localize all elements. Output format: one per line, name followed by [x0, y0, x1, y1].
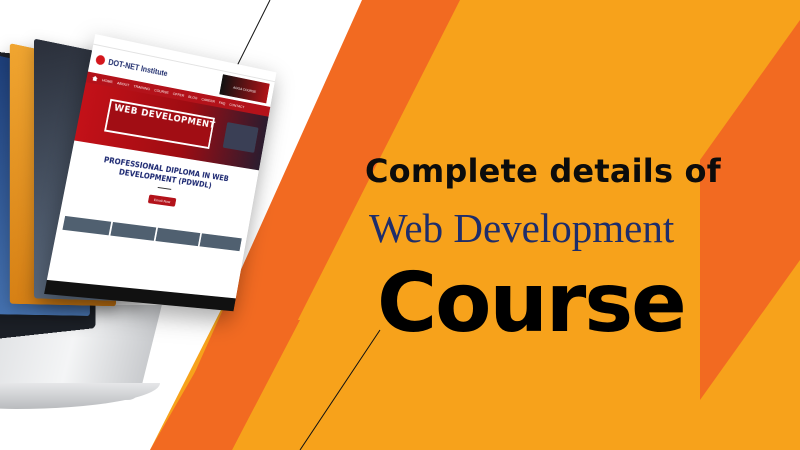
headline-line-3: Course [377, 256, 687, 351]
nav-item: COURSE [153, 87, 170, 95]
monitor-stand-base [0, 383, 160, 409]
logo-icon [95, 54, 106, 66]
heading-underline [157, 186, 172, 190]
site-logo-text: DOT-NET Institute [107, 57, 169, 78]
thumbnail [155, 227, 200, 247]
headline-line-1: Complete details of [365, 152, 721, 190]
banner: DOT-NET Institute AGGA COURSE HOME ABOUT… [0, 0, 800, 450]
nav-item: CAREER [201, 96, 216, 104]
home-icon [92, 75, 98, 81]
nav-item: TRAINING [133, 83, 151, 92]
thumbnail [109, 221, 157, 241]
nav-item: ABOUT [116, 80, 130, 88]
thumbnail [62, 215, 111, 236]
enroll-button: Enroll Now [148, 194, 177, 207]
laptop-icon [222, 122, 259, 153]
nav-item: HOME [101, 77, 114, 85]
headline-line-2: Web Development [369, 205, 675, 251]
nav-item: CONTACT [228, 101, 245, 110]
nav-item: OFFER [172, 91, 185, 98]
nav-item: FAQ [218, 99, 226, 106]
nav-item: BLOG [187, 93, 198, 101]
thumbnail [199, 233, 242, 252]
